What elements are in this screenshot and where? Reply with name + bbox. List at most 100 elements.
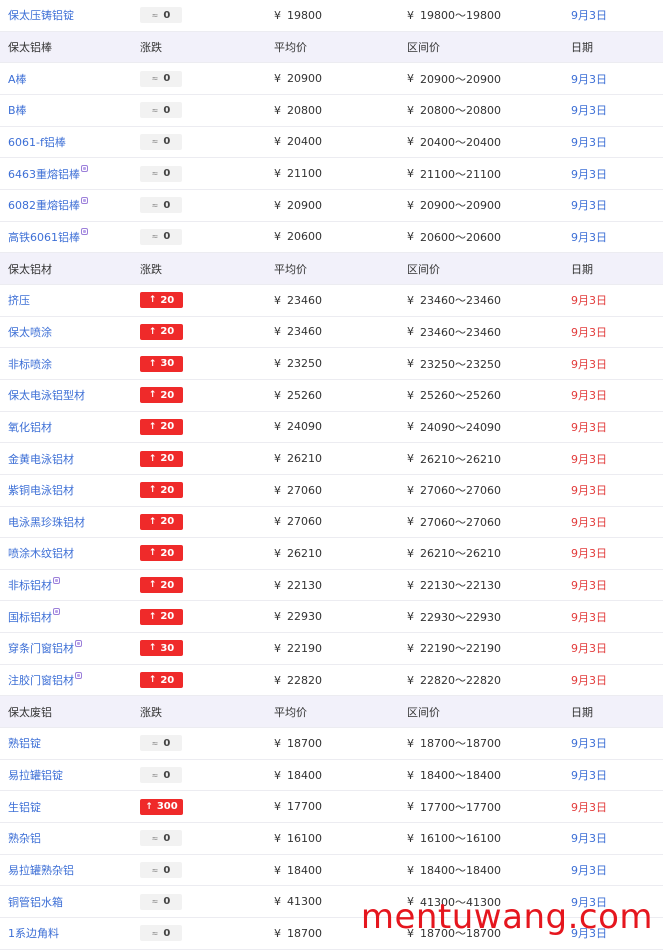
column-header-average: 平均价: [274, 705, 307, 719]
item-name-link[interactable]: 喷涂木纹铝材: [8, 545, 74, 561]
item-name-link[interactable]: 保太喷涂: [8, 324, 52, 340]
item-name-link[interactable]: 挤压: [8, 292, 30, 308]
price-range-cell: ¥22130～22130: [407, 570, 501, 601]
change-value: 20: [160, 421, 175, 433]
average-price-cell: ¥20600: [274, 222, 322, 253]
change-value: 30: [160, 642, 175, 654]
average-price-cell: ¥20900: [274, 63, 322, 94]
average-price-value: 22130: [287, 578, 322, 592]
average-price-cell: ¥27060: [274, 507, 322, 538]
date-cell: 9月3日: [571, 380, 607, 411]
item-name-link[interactable]: 熟杂铝: [8, 830, 41, 846]
date-value: 9月3日: [571, 452, 607, 466]
currency-symbol: ¥: [407, 641, 414, 655]
item-name-link[interactable]: 6463重熔铝棒: [8, 166, 80, 182]
item-name-link[interactable]: 生铝锭: [8, 799, 41, 815]
date-cell: 9月3日: [571, 601, 607, 632]
change-badge-up: ↑ 20: [140, 513, 183, 530]
price-range-value: 18400～18400: [420, 864, 501, 878]
date-value: 9月3日: [571, 800, 607, 814]
arrow-up-icon: ↑: [148, 580, 157, 591]
column-header-range: 区间价: [407, 40, 440, 54]
date-value: 9月3日: [571, 579, 607, 593]
item-name-link[interactable]: 1系边角料: [8, 925, 59, 941]
item-name-link[interactable]: 6082重熔铝棒: [8, 197, 80, 213]
item-name-link[interactable]: 6061-f铝棒: [8, 134, 66, 150]
currency-symbol: ¥: [407, 673, 414, 687]
price-range-value: 18700～18700: [420, 737, 501, 751]
item-name-link[interactable]: 熟铝锭: [8, 735, 41, 751]
item-name-cell: 非标喷涂: [8, 348, 52, 379]
item-name-link[interactable]: 金黄电泳铝材: [8, 451, 74, 467]
item-name-link[interactable]: 紫铜电泳铝材: [8, 482, 74, 498]
change-badge-flat: ≈0: [140, 197, 182, 214]
price-range-cell: ¥26210～26210: [407, 538, 501, 569]
column-header-date: 日期: [571, 262, 593, 276]
price-range-cell: ¥24090～24090: [407, 412, 501, 443]
change-badge-flat: ≈0: [140, 165, 182, 182]
date-value: 9月3日: [571, 420, 607, 434]
date-value: 9月3日: [571, 199, 607, 213]
item-name-link[interactable]: 注胶门窗铝材: [8, 672, 74, 688]
date-value: 9月3日: [571, 674, 607, 688]
average-price-cell: ¥18400: [274, 760, 322, 791]
item-name-cell: 易拉罐熟杂铝: [8, 855, 74, 886]
currency-symbol: ¥: [407, 167, 414, 181]
item-name-link[interactable]: 保太电泳铝型材: [8, 387, 85, 403]
item-name-link[interactable]: 非标铝材: [8, 577, 52, 593]
average-price-value: 22930: [287, 610, 322, 624]
date-cell: 9月3日: [571, 158, 607, 189]
item-name-link[interactable]: 国标铝材: [8, 609, 52, 625]
item-name-link[interactable]: 保太压铸铝锭: [8, 7, 74, 23]
price-range-value: 23460～23460: [420, 325, 501, 339]
date-value: 9月3日: [571, 484, 607, 498]
change-badge-up: ↑ 20: [140, 672, 183, 689]
arrow-up-icon: ↑: [148, 675, 157, 686]
change-cell: ↑ 300: [140, 791, 183, 822]
average-price-value: 26210: [287, 452, 322, 466]
item-name-link[interactable]: 穿条门窗铝材: [8, 640, 74, 656]
item-name-link[interactable]: 氧化铝材: [8, 419, 52, 435]
average-price-cell: ¥26210: [274, 443, 322, 474]
table-row: 穿条门窗铝材 ↑ 30 ¥22190 ¥22190～22190 9月3日: [0, 633, 663, 665]
price-range-value: 20800～20800: [420, 104, 501, 118]
item-name-link[interactable]: A棒: [8, 71, 27, 87]
currency-symbol: ¥: [407, 610, 414, 624]
wave-icon: ≈: [151, 833, 159, 843]
item-name-link[interactable]: 易拉罐铝锭: [8, 767, 63, 783]
item-name-link[interactable]: 非标喷涂: [8, 356, 52, 372]
column-header-change: 涨跌: [140, 40, 162, 54]
item-name-link[interactable]: 电泳黑珍珠铝材: [8, 514, 85, 530]
price-range-cell: ¥22190～22190: [407, 633, 501, 664]
change-badge-up: ↑ 20: [140, 323, 183, 340]
change-cell: ≈0: [140, 728, 182, 759]
item-name-link[interactable]: B棒: [8, 102, 27, 118]
item-name-link[interactable]: 易拉罐熟杂铝: [8, 862, 74, 878]
change-value: 0: [163, 864, 171, 876]
change-cell: ≈0: [140, 918, 182, 949]
arrow-up-icon: ↑: [145, 801, 153, 812]
wave-icon: ≈: [151, 74, 159, 84]
table-row: 6061-f铝棒 ≈0 ¥20400 ¥20400～20400 9月3日: [0, 127, 663, 159]
date-value: 9月3日: [571, 294, 607, 308]
table-row: 挤压 ↑ 20 ¥23460 ¥23460～23460 9月3日: [0, 285, 663, 317]
wave-icon: ≈: [151, 105, 159, 115]
date-value: 9月3日: [571, 230, 607, 244]
currency-symbol: ¥: [274, 515, 281, 529]
table-row: 非标铝材 ↑ 20 ¥22130 ¥22130～22130 9月3日: [0, 570, 663, 602]
arrow-up-icon: ↑: [148, 358, 157, 369]
average-price-value: 18400: [287, 768, 322, 782]
average-price-value: 20900: [287, 72, 322, 86]
average-price-cell: ¥19800: [274, 0, 322, 31]
price-range-value: 27060～27060: [420, 515, 501, 529]
date-value: 9月3日: [571, 515, 607, 529]
change-badge-up: ↑ 20: [140, 608, 183, 625]
item-name-link[interactable]: 高铁6061铝棒: [8, 229, 80, 245]
item-name-link[interactable]: 铜管铝水箱: [8, 894, 63, 910]
price-range-cell: ¥16100～16100: [407, 823, 501, 854]
table-row: 保太压铸铝锭 ≈0 ¥19800 ¥19800～19800 9月3日: [0, 0, 663, 32]
date-cell: 9月3日: [571, 823, 607, 854]
change-cell: ↑ 20: [140, 285, 183, 316]
date-cell: 9月3日: [571, 475, 607, 506]
wave-icon: ≈: [151, 928, 159, 938]
